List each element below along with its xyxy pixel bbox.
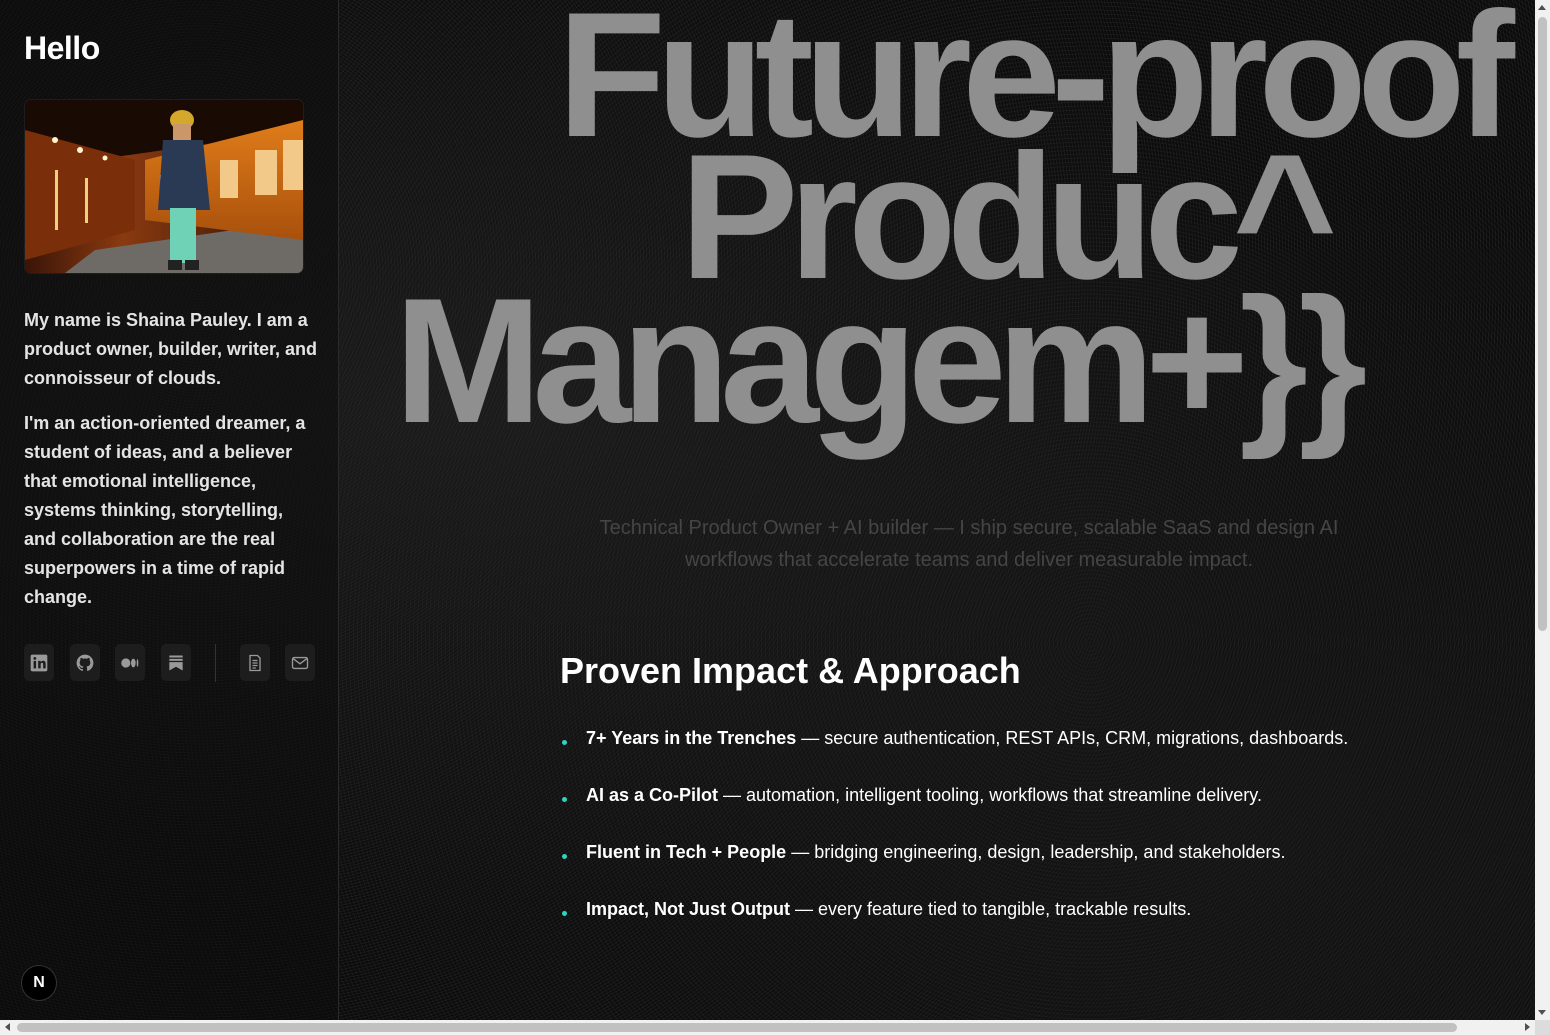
substack-icon [169, 655, 183, 670]
subway-photo-illustration [25, 100, 303, 273]
list-item: 7+ Years in the Trenches — secure authen… [560, 722, 1510, 779]
resume-icon [249, 654, 261, 671]
page-viewport: Hello My name is Shaina Pauley. I am a p… [0, 0, 1535, 1020]
main-content: Future-proof Produc^ Managem+}} Technica… [339, 0, 1535, 1020]
list-item-title: 7+ Years in the Trenches [586, 728, 797, 748]
section-title: Proven Impact & Approach [560, 650, 1021, 691]
bullet-dot [562, 854, 567, 859]
social-divider [215, 644, 216, 682]
hero-line-3: Managem+}} [394, 261, 1367, 460]
resume-link[interactable] [240, 644, 270, 681]
profile-photo [25, 100, 303, 273]
linkedin-icon [30, 654, 48, 671]
list-item-title: Fluent in Tech + People [586, 842, 787, 862]
scroll-left-arrow-icon[interactable] [5, 1023, 10, 1031]
scrollbar-corner [1535, 1020, 1550, 1035]
bullet-dot [562, 740, 567, 745]
medium-icon [121, 657, 139, 668]
bio-paragraph-2: I'm an action-oriented dreamer, a studen… [24, 413, 306, 607]
medium-link[interactable] [115, 644, 145, 681]
scroll-up-arrow-icon[interactable] [1538, 5, 1546, 10]
horizontal-scroll-thumb[interactable] [17, 1023, 1457, 1032]
list-item: Impact, Not Just Output — every feature … [560, 893, 1510, 950]
github-link[interactable] [70, 644, 100, 681]
vertical-scroll-thumb[interactable] [1538, 17, 1547, 631]
substack-link[interactable] [161, 644, 191, 681]
mail-icon [291, 656, 309, 669]
tagline: Technical Product Owner + AI builder — I… [599, 517, 1339, 571]
list-item-text: — bridging engineering, design, leadersh… [786, 842, 1286, 862]
sidebar-title: Hello [24, 30, 100, 66]
scroll-right-arrow-icon[interactable] [1525, 1023, 1530, 1031]
bullet-dot [562, 911, 567, 916]
list-item-text: — secure authentication, REST APIs, CRM,… [796, 728, 1349, 748]
bio-paragraph-1: My name is Shaina Pauley. I am a product… [24, 310, 318, 388]
list-item-title: Impact, Not Just Output [586, 899, 790, 919]
vertical-scrollbar[interactable] [1535, 0, 1550, 1020]
impact-list: 7+ Years in the Trenches — secure authen… [560, 722, 1510, 950]
bio: My name is Shaina Pauley. I am a product… [24, 306, 320, 628]
list-item: AI as a Co-Pilot — automation, intellige… [560, 779, 1510, 836]
github-icon [76, 654, 94, 671]
email-link[interactable] [285, 644, 315, 681]
list-item: Fluent in Tech + People — bridging engin… [560, 836, 1510, 893]
list-item-text: — every feature tied to tangible, tracka… [790, 899, 1192, 919]
scroll-down-arrow-icon[interactable] [1538, 1010, 1546, 1015]
horizontal-scrollbar[interactable] [0, 1020, 1535, 1035]
list-item-text: — automation, intelligent tooling, workf… [718, 785, 1262, 805]
nextjs-badge[interactable]: N [21, 965, 57, 1001]
bullet-dot [562, 797, 567, 802]
linkedin-link[interactable] [24, 644, 54, 681]
list-item-title: AI as a Co-Pilot [586, 785, 719, 805]
sidebar: Hello My name is Shaina Pauley. I am a p… [0, 0, 339, 1020]
social-links [24, 644, 324, 682]
